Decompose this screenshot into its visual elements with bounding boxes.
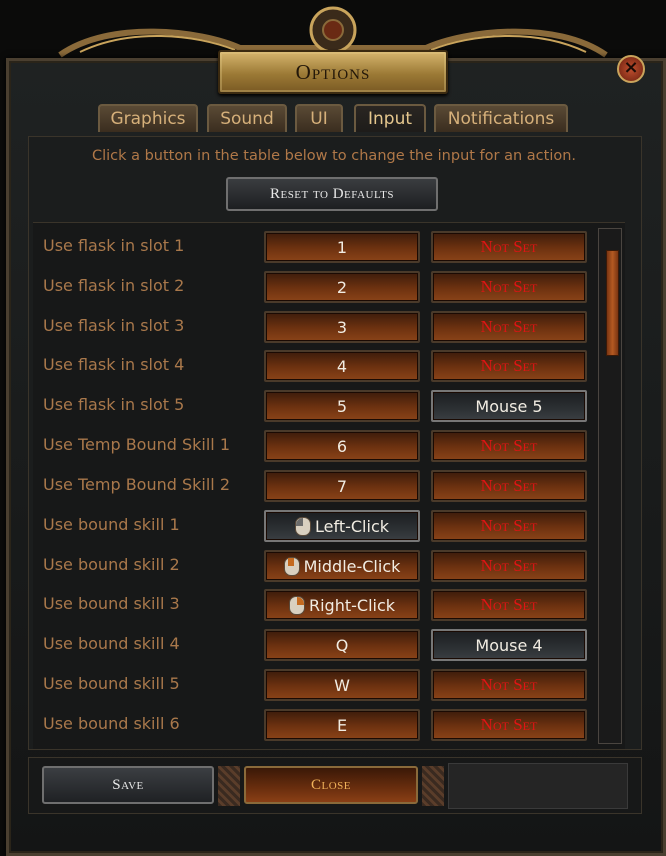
secondary-key-button[interactable]: Not Set	[431, 311, 587, 343]
action-label: Use flask in slot 5	[43, 395, 185, 414]
close-icon[interactable]: ×	[617, 55, 645, 83]
binding-row: Use bound skill 6 E Not Set	[33, 706, 593, 741]
action-label: Use flask in slot 1	[43, 236, 185, 255]
primary-key-button[interactable]: 6	[264, 430, 420, 462]
tab-sound[interactable]: Sound	[207, 104, 287, 132]
action-label: Use flask in slot 4	[43, 355, 185, 374]
save-button[interactable]: Save	[42, 766, 214, 804]
binding-row: Use bound skill 2 Middle-Click Not Set	[33, 547, 593, 582]
action-label: Use flask in slot 2	[43, 276, 185, 295]
secondary-key-button[interactable]: Not Set	[431, 589, 587, 621]
secondary-key-button[interactable]: Not Set	[431, 709, 587, 741]
action-label: Use bound skill 4	[43, 634, 180, 653]
primary-key-button[interactable]: 3	[264, 311, 420, 343]
window-title: Options	[218, 50, 448, 94]
binding-row: Use flask in slot 4 4 Not Set	[33, 347, 593, 382]
secondary-key-button[interactable]: Mouse 4	[431, 629, 587, 661]
primary-key-button[interactable]: 1	[264, 231, 420, 263]
mouse-middle-icon	[283, 556, 300, 576]
secondary-key-button[interactable]: Not Set	[431, 271, 587, 303]
secondary-key-button[interactable]: Not Set	[431, 550, 587, 582]
action-label: Use Temp Bound Skill 1	[43, 435, 231, 454]
empty-slot	[448, 763, 628, 809]
binding-row: Use flask in slot 2 2 Not Set	[33, 268, 593, 303]
secondary-key-button[interactable]: Not Set	[431, 470, 587, 502]
instruction-text: Click a button in the table below to cha…	[91, 148, 577, 164]
bindings-list: Use flask in slot 1 1 Not Set Use flask …	[33, 222, 625, 749]
mouse-left-icon	[295, 516, 311, 536]
binding-row: Use flask in slot 3 3 Not Set	[33, 308, 593, 343]
primary-key-button[interactable]: Left-Click	[264, 510, 420, 542]
key-label: Right-Click	[308, 595, 396, 615]
binding-row: Use Temp Bound Skill 1 6 Not Set	[33, 427, 593, 462]
mouse-right-icon	[288, 595, 305, 615]
action-label: Use bound skill 2	[43, 555, 180, 574]
scrollbar-thumb[interactable]	[606, 250, 619, 356]
primary-key-button[interactable]: 5	[264, 390, 420, 422]
binding-row: Use bound skill 4 Q Mouse 4	[33, 626, 593, 661]
tab-input[interactable]: Input	[354, 104, 426, 132]
key-label: Left-Click	[315, 516, 389, 536]
close-button[interactable]: Close	[244, 766, 418, 804]
tab-notifications[interactable]: Notifications	[434, 104, 568, 132]
primary-key-button[interactable]: Middle-Click	[264, 550, 420, 582]
secondary-key-button[interactable]: Not Set	[431, 350, 587, 382]
primary-key-button[interactable]: 2	[264, 271, 420, 303]
primary-key-button[interactable]: 7	[264, 470, 420, 502]
primary-key-button[interactable]: E	[264, 709, 420, 741]
primary-key-button[interactable]: W	[264, 669, 420, 701]
primary-key-button[interactable]: 4	[264, 350, 420, 382]
reset-to-defaults-button[interactable]: Reset to Defaults	[226, 177, 438, 211]
binding-row: Use flask in slot 1 1 Not Set	[33, 228, 593, 263]
action-label: Use bound skill 6	[43, 714, 180, 733]
action-label: Use Temp Bound Skill 2	[43, 475, 231, 494]
tab-ui[interactable]: UI	[295, 104, 343, 132]
binding-row: Use flask in slot 5 5 Mouse 5	[33, 387, 593, 422]
binding-row: Use bound skill 5 W Not Set	[33, 666, 593, 701]
primary-key-button[interactable]: Right-Click	[264, 589, 420, 621]
secondary-key-button[interactable]: Not Set	[431, 669, 587, 701]
binding-row: Use bound skill 1 Left-Click Not Set	[33, 507, 593, 542]
action-label: Use bound skill 3	[43, 594, 180, 613]
binding-row: Use Temp Bound Skill 2 7 Not Set	[33, 467, 593, 502]
secondary-key-button[interactable]: Not Set	[431, 510, 587, 542]
secondary-key-button[interactable]: Not Set	[431, 430, 587, 462]
binding-row: Use bound skill 3 Right-Click Not Set	[33, 586, 593, 621]
primary-key-button[interactable]: Q	[264, 629, 420, 661]
secondary-key-button[interactable]: Not Set	[431, 231, 587, 263]
divider-ornament	[218, 766, 240, 806]
divider-ornament	[422, 766, 444, 806]
key-label: Middle-Click	[303, 556, 401, 576]
tab-graphics[interactable]: Graphics	[98, 104, 198, 132]
action-label: Use flask in slot 3	[43, 316, 185, 335]
secondary-key-button[interactable]: Mouse 5	[431, 390, 587, 422]
action-label: Use bound skill 5	[43, 674, 180, 693]
action-label: Use bound skill 1	[43, 515, 180, 534]
